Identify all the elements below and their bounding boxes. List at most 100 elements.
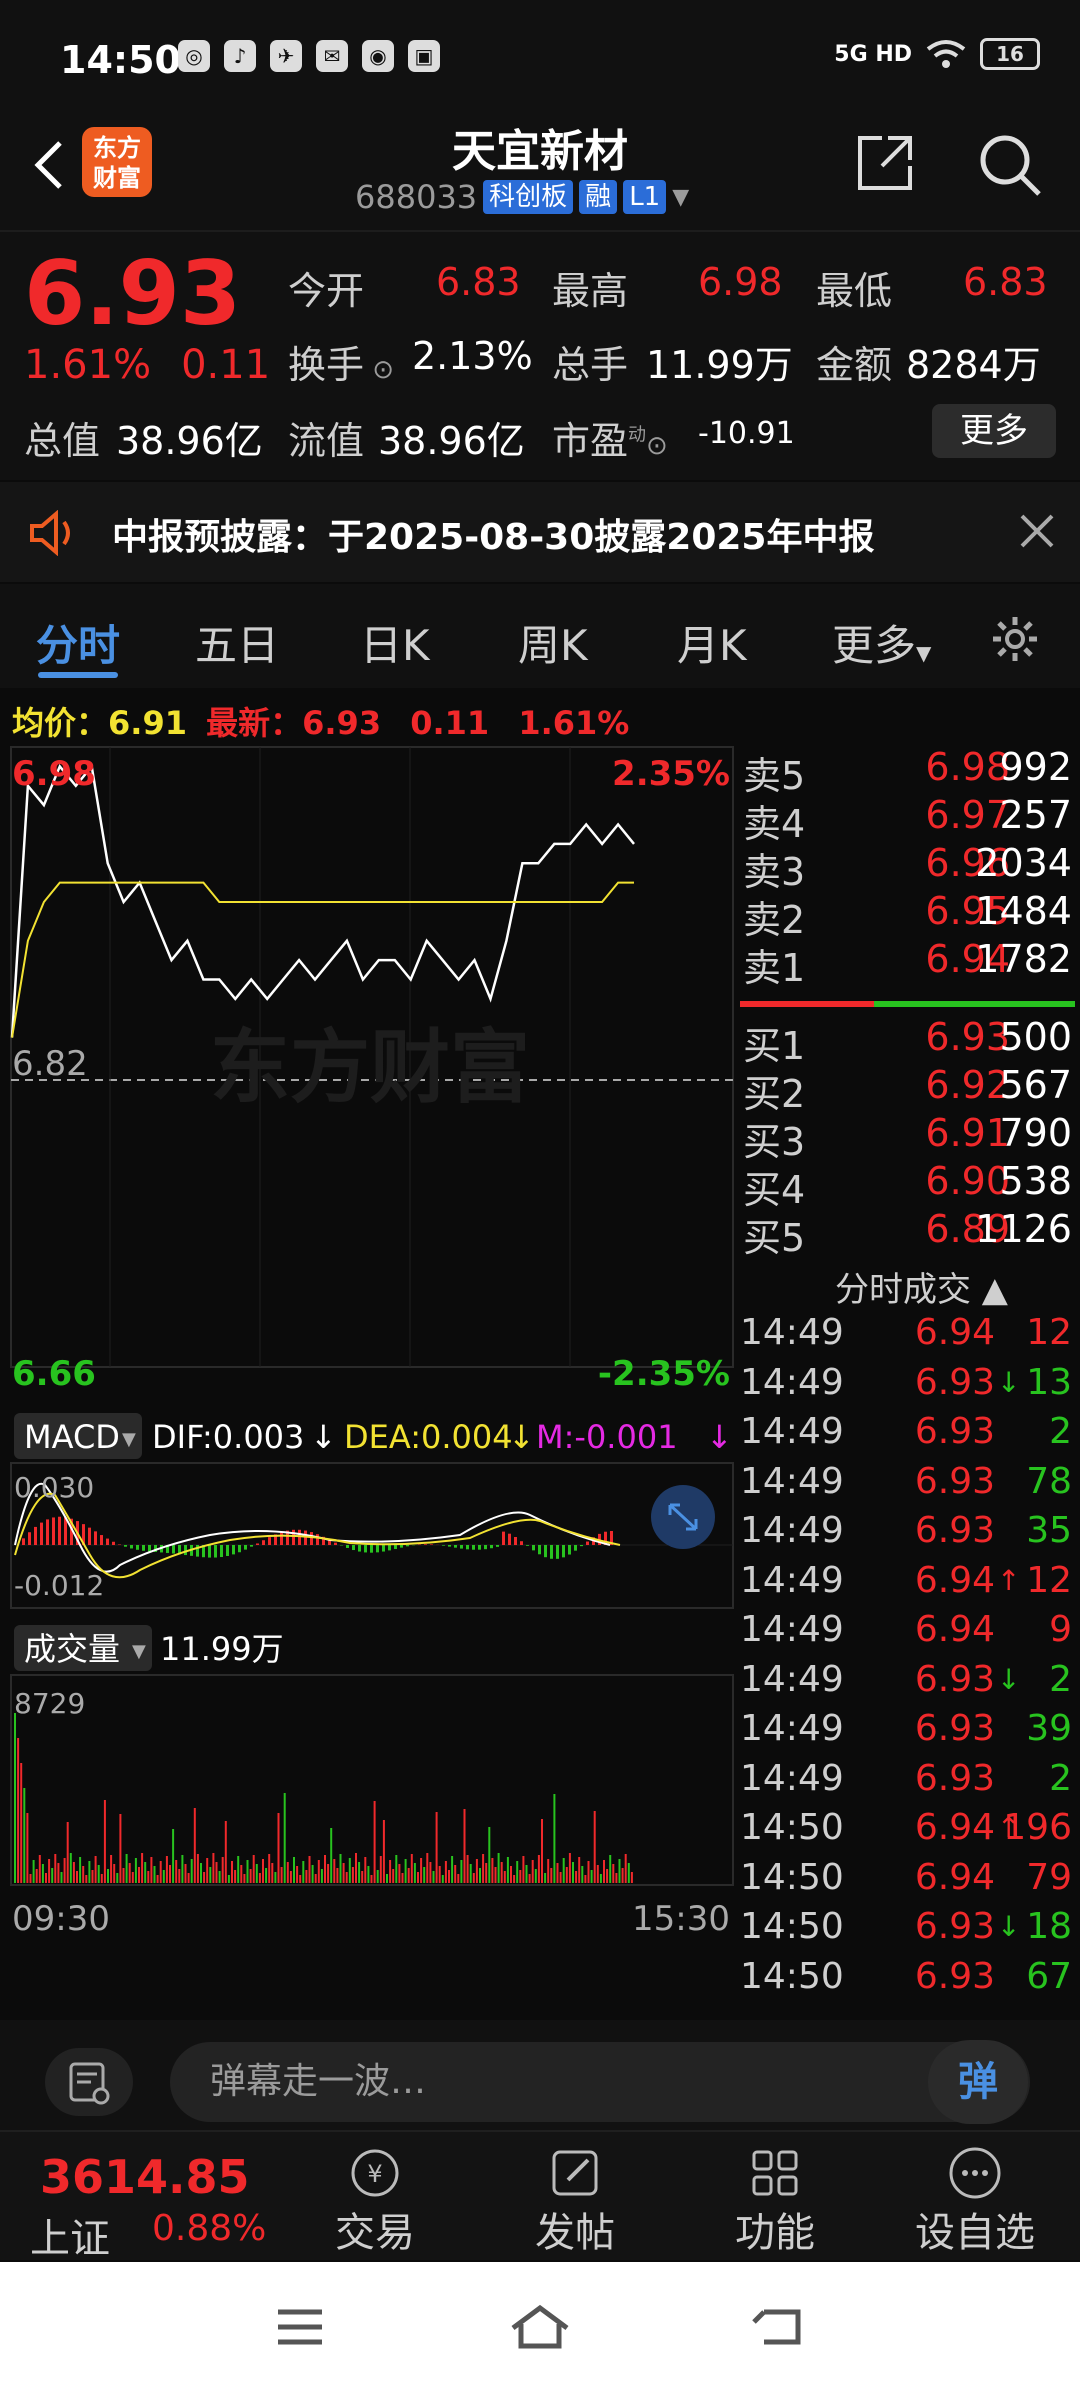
tab-more[interactable]: 更多▼ <box>832 612 931 673</box>
more-button[interactable]: 更多 <box>932 404 1056 458</box>
volume-bar <box>35 1869 38 1883</box>
danmaku-input[interactable]: 弹幕走一波… <box>170 2042 1030 2122</box>
menu-icon[interactable] <box>270 2302 330 2352</box>
level-price: 6.91 <box>925 1111 1010 1155</box>
volume-bar <box>506 1857 509 1883</box>
volume-bar <box>525 1865 528 1883</box>
tick-list[interactable]: 分时成交 ▲ 14:49 6.94 12 14:49 6.93 ↓ 13 14:49 6.93 2… <box>735 1262 1080 2022</box>
notice-banner[interactable]: 中报预披露：于2025-08-30披露2025年中报 <box>0 482 1080 582</box>
bid-row[interactable]: 买1 6.93 500 <box>735 1015 1080 1068</box>
tab-daily-k[interactable]: 日K <box>360 612 430 673</box>
volume-bar <box>82 1866 85 1883</box>
volume-bar <box>162 1870 165 1883</box>
volume-bar <box>475 1859 478 1883</box>
level-price: 6.93 <box>925 1015 1010 1059</box>
volume-value: 11.99万 <box>646 343 793 387</box>
volume-bar <box>370 1875 373 1883</box>
macd-bar <box>280 1532 283 1545</box>
trade-button[interactable]: ¥ 交易 <box>300 2142 450 2262</box>
share-icon[interactable] <box>852 130 918 196</box>
bid-row[interactable]: 买4 6.90 538 <box>735 1159 1080 1212</box>
volume-bar <box>23 1788 26 1883</box>
level-label: 买4 <box>743 1168 806 1212</box>
tick-volume: 2 <box>1049 1757 1072 1799</box>
volume-bar <box>448 1870 450 1883</box>
info-icon[interactable]: ⊙ <box>646 431 668 461</box>
danmaku-toggle[interactable]: 弹 <box>928 2040 1028 2124</box>
gear-icon[interactable] <box>990 614 1040 664</box>
macd-bar <box>106 1538 109 1545</box>
macd-bar <box>550 1545 553 1559</box>
grid-icon <box>752 2150 798 2196</box>
volume-bar <box>503 1871 506 1883</box>
tick-time: 14:49 <box>740 1609 844 1650</box>
search-icon[interactable] <box>975 130 1045 200</box>
volume-bar <box>373 1801 376 1883</box>
intraday-chart[interactable]: 东方财富 6.98 2.35% 6.82 6.66 -2.35% MACD ▼ … <box>10 745 735 2015</box>
ask-bid-ratio-bar <box>740 1001 1075 1007</box>
add-watchlist-button[interactable]: 设自选 <box>900 2142 1050 2262</box>
close-icon[interactable] <box>1016 510 1058 552</box>
volume-bar <box>85 1875 88 1883</box>
volume-bar <box>544 1873 547 1883</box>
volume-bar <box>280 1867 283 1883</box>
tiktok-icon: ♪ <box>224 40 256 72</box>
info-icon[interactable]: ⊙ <box>364 355 394 385</box>
tick-price: 6.93 <box>914 1411 995 1452</box>
index-pct: 0.88% <box>152 2208 267 2249</box>
volume-bar <box>609 1855 612 1883</box>
tick-price: 6.93 <box>914 1757 995 1799</box>
volume-bar <box>488 1827 491 1883</box>
tick-price: 6.93 <box>914 1510 995 1551</box>
volume-bar <box>410 1854 413 1883</box>
volume-bar <box>305 1870 308 1883</box>
bid-row[interactable]: 买3 6.91 790 <box>735 1111 1080 1164</box>
volume-bar <box>240 1865 243 1883</box>
ask-row[interactable]: 卖2 6.95 1484 <box>735 889 1080 942</box>
post-button[interactable]: 发帖 <box>500 2142 650 2262</box>
notification-icons: ◎ ♪ ✈ ✉ ◉ ▣ <box>178 40 440 72</box>
pe-value: -10.91 <box>698 416 795 451</box>
tick-time: 14:50 <box>740 1906 844 1947</box>
tick-row: 14:49 6.94 12 <box>735 1312 1080 1362</box>
ask-row[interactable]: 卖4 6.97 257 <box>735 793 1080 846</box>
volume-bar <box>379 1856 382 1883</box>
y-bot-label: 6.66 <box>12 1354 96 1394</box>
bid-row[interactable]: 买2 6.92 567 <box>735 1063 1080 1116</box>
ask-row[interactable]: 卖5 6.98 992 <box>735 745 1080 798</box>
tab-weekly-k[interactable]: 周K <box>518 612 588 673</box>
volume-cell: 总手 <box>552 334 628 389</box>
home-icon[interactable] <box>505 2302 575 2352</box>
price-change: 1.61% 0.11 <box>24 342 300 388</box>
ask-row[interactable]: 卖3 6.96 2034 <box>735 841 1080 894</box>
volume-bar <box>79 1857 82 1883</box>
volume-bar <box>51 1868 54 1883</box>
back-nav-icon[interactable] <box>750 2302 810 2352</box>
volume-bar <box>94 1856 97 1883</box>
tab-intraday[interactable]: 分时 <box>36 612 120 673</box>
order-book: 卖5 6.98 992 卖4 6.97 257 卖3 6.96 2034 卖2 6.95 1484 卖1… <box>735 745 1080 1260</box>
volume-bar <box>119 1814 122 1883</box>
functions-button[interactable]: 功能 <box>700 2142 850 2262</box>
tick-time: 14:49 <box>740 1312 844 1353</box>
bid-row[interactable]: 买5 6.89 1126 <box>735 1207 1080 1260</box>
chevron-down-icon[interactable]: ▼ <box>672 185 689 210</box>
board-tag: 科创板 <box>483 180 574 214</box>
ask-row[interactable]: 卖1 6.94 1782 <box>735 937 1080 990</box>
volume-bar <box>274 1872 277 1883</box>
volume-bar <box>541 1819 543 1883</box>
tab-five-day[interactable]: 五日 <box>195 612 279 673</box>
level-label: 卖5 <box>743 754 806 798</box>
danmaku-settings-button[interactable] <box>45 2048 133 2116</box>
volume-bar <box>336 1868 339 1883</box>
volume-bar <box>386 1874 388 1883</box>
macd-bar <box>586 1541 589 1545</box>
tick-header[interactable]: 分时成交 ▲ <box>835 1262 1008 1311</box>
latest-pct: 1.61% <box>518 704 630 742</box>
level-volume: 790 <box>999 1111 1072 1155</box>
volume-bar <box>348 1858 351 1883</box>
low-label: 最低 <box>816 269 893 313</box>
tab-monthly-k[interactable]: 月K <box>677 612 747 673</box>
volume-bar <box>97 1865 100 1883</box>
macd-bar <box>364 1545 367 1553</box>
